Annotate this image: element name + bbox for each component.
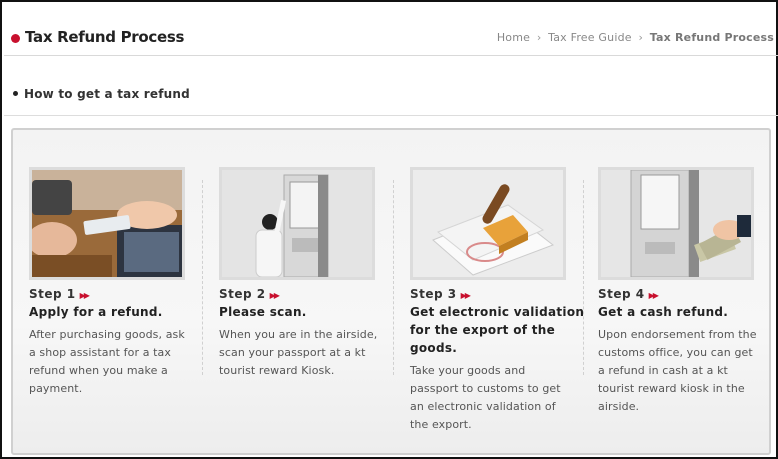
double-arrow-icon: ▶▶ xyxy=(269,291,280,300)
step-1-label: Step 1 ▶▶ xyxy=(29,287,90,301)
stamp-document-photo xyxy=(413,170,563,277)
step-1-description: After purchasing goods, ask a shop assis… xyxy=(29,328,185,395)
double-arrow-icon: ▶▶ xyxy=(648,291,659,300)
page-title: Tax Refund Process xyxy=(25,28,185,46)
step-3: Step 3 ▶▶ Get electronic validation for t… xyxy=(410,167,590,434)
step-4: Step 4 ▶▶ Get a cash refund. Upon endorse… xyxy=(598,167,778,416)
double-arrow-icon: ▶▶ xyxy=(460,291,471,300)
section-header: How to get a tax refund xyxy=(4,80,778,116)
bullet-icon xyxy=(13,91,18,96)
breadcrumb-current: Tax Refund Process xyxy=(649,31,774,44)
chevron-right-icon: › xyxy=(536,31,542,44)
steps-panel: Step 1 ▶▶ Apply for a refund. After purch… xyxy=(11,128,771,455)
chevron-right-icon: › xyxy=(638,31,644,44)
step-2-description: When you are in the airside, scan your p… xyxy=(219,328,378,377)
step-3-description: Take your goods and passport to customs … xyxy=(410,364,561,431)
step-3-title: Get electronic validation for the export… xyxy=(410,305,585,355)
step-4-label: Step 4 ▶▶ xyxy=(598,287,659,301)
step-4-title: Get a cash refund. xyxy=(598,305,729,319)
red-dot-icon xyxy=(11,34,20,43)
step-3-image xyxy=(410,167,566,280)
step-2-label: Step 2 ▶▶ xyxy=(219,287,280,301)
double-arrow-icon: ▶▶ xyxy=(79,291,90,300)
step-1-title: Apply for a refund. xyxy=(29,305,163,319)
step-1: Step 1 ▶▶ Apply for a refund. After purch… xyxy=(29,167,209,398)
breadcrumb: Home › Tax Free Guide › Tax Refund Proce… xyxy=(497,31,774,44)
step-2-image xyxy=(219,167,375,280)
step-1-image xyxy=(29,167,185,280)
card-payment-photo xyxy=(32,170,182,277)
step-4-image xyxy=(598,167,754,280)
step-4-description: Upon endorsement from the customs office… xyxy=(598,328,757,413)
breadcrumb-tax-free-guide[interactable]: Tax Free Guide xyxy=(548,31,632,44)
kiosk-scan-photo xyxy=(222,170,372,277)
breadcrumb-home[interactable]: Home xyxy=(497,31,530,44)
kiosk-cash-photo xyxy=(601,170,751,277)
page-header: Tax Refund Process Home › Tax Free Guide… xyxy=(4,4,778,56)
step-2-title: Please scan. xyxy=(219,305,307,319)
page-frame: Tax Refund Process Home › Tax Free Guide… xyxy=(0,0,778,459)
step-2: Step 2 ▶▶ Please scan. When you are in th… xyxy=(219,167,399,380)
step-3-label: Step 3 ▶▶ xyxy=(410,287,471,301)
section-title: How to get a tax refund xyxy=(24,87,190,101)
